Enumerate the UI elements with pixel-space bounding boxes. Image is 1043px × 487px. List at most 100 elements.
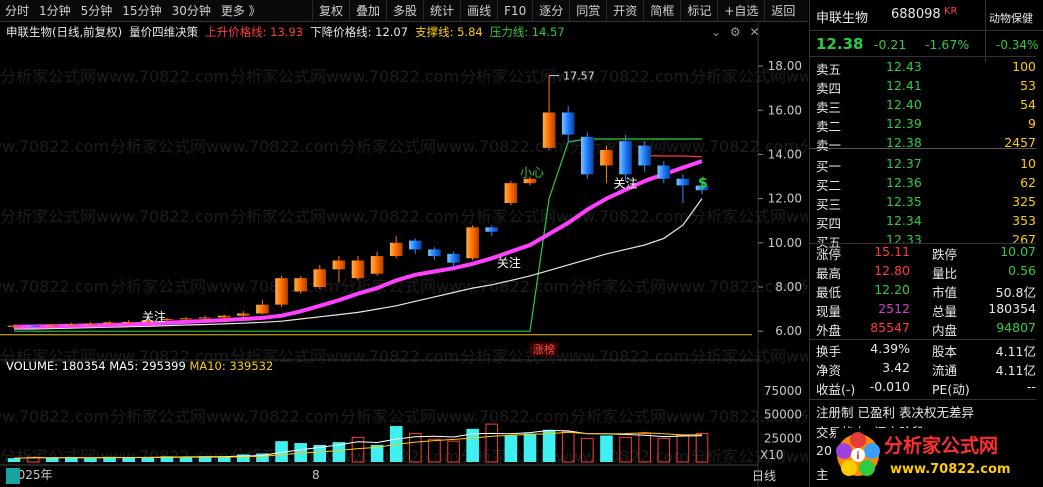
level-volume: 100 [1012, 59, 1036, 74]
period-tab-30min[interactable]: 30分钟 [167, 0, 216, 22]
period-tab-more[interactable]: 更多 》 [216, 0, 266, 22]
stat-row: 最低 12.20 市值 50.8亿 [810, 281, 1036, 300]
svg-text:i: i [856, 451, 859, 462]
back-button[interactable]: 返回 [764, 0, 801, 22]
price-axis: 18.00 16.00 14.00 12.00 10.00 8.00 6.00 [758, 59, 802, 338]
stat-label: 涨停 [816, 247, 842, 262]
ask-row[interactable]: 卖一 12.38 2457 [810, 134, 1036, 153]
bid-row[interactable]: 买三 12.35 325 [810, 193, 1036, 212]
level-label: 卖三 [816, 100, 842, 115]
attention-label: 关注 [142, 309, 166, 324]
candle [638, 141, 651, 173]
period-tab-5min[interactable]: 5分钟 [76, 0, 118, 22]
candle [256, 300, 269, 315]
bid-row[interactable]: 买四 12.34 353 [810, 212, 1036, 231]
watermark-text: 分析家公式网www.70822.com [0, 407, 109, 426]
stat-value: 180354 [988, 301, 1036, 316]
simple-frame-button[interactable]: 简框 [643, 0, 680, 22]
candle [447, 251, 460, 268]
tab-daily[interactable]: 日线 [752, 467, 776, 484]
stat-value: 10.07 [1000, 244, 1036, 259]
watermark: 分析家公式网www.70822.com 分析家公式网www.70822.com 分析… [0, 67, 808, 466]
draw-line-button[interactable]: 画线 [460, 0, 497, 22]
stat-label: 净资 [816, 363, 842, 378]
ask-row[interactable]: 卖二 12.39 9 [810, 115, 1036, 134]
watermark-text: 分析家公式网www.70822.com [0, 277, 109, 296]
same-view-button[interactable]: 同赏 [569, 0, 606, 22]
level-price: 12.43 [886, 59, 922, 74]
candle [657, 161, 671, 184]
volume-header: VOLUME: 180354 MA5: 295399 MA10: 339532 [6, 359, 273, 373]
sector-box[interactable]: 动物保健 -0.34% [985, 0, 1043, 62]
volume-bar [504, 435, 518, 462]
level-price: 12.41 [886, 78, 922, 93]
candle [409, 238, 422, 254]
up-price-label: 上升价格线: 13.93 [205, 25, 304, 39]
level-volume: 62 [1020, 175, 1036, 190]
support-label: 支撑线: 5.84 [415, 25, 483, 39]
stat-value: 4.11亿 [995, 344, 1036, 359]
candle [237, 311, 250, 317]
adjust-button[interactable]: 复权 [312, 0, 349, 22]
candle [294, 275, 307, 294]
watermark-text: 分析家公式网www.70822.com [110, 137, 339, 156]
period-tab-intraday[interactable]: 分时 [0, 0, 34, 22]
chevron-down-icon[interactable]: ⌄ [711, 25, 721, 39]
volume-bar [45, 457, 59, 462]
watermark-text: 分析家公式网www.70822.com [0, 207, 229, 226]
overlay-button[interactable]: 叠加 [349, 0, 386, 22]
chart-header: 申联生物 (日线,前复权) 量价四维决策 上升价格线: 13.93 下降价格线:… [0, 22, 760, 42]
level-volume: 325 [1012, 194, 1036, 209]
period-tab-15min[interactable]: 15分钟 [117, 0, 166, 22]
stat-value: 12.80 [874, 263, 910, 278]
kline-chart[interactable]: 分析家公式网www.70822.com 分析家公式网www.70822.com 分析… [0, 22, 808, 487]
candle [676, 174, 690, 204]
ask-row[interactable]: 卖五 12.43 100 [810, 58, 1036, 77]
chart-nav-icons: ⌄ ⚙ ✕ [711, 25, 760, 39]
quote-stock-name: 申联生物 [816, 11, 869, 26]
y-tick-label: 14.00 [768, 147, 802, 161]
ask-row[interactable]: 卖四 12.41 53 [810, 77, 1036, 96]
period-tab-1min[interactable]: 1分钟 [34, 0, 76, 22]
f10-button[interactable]: F10 [497, 0, 532, 22]
stat-value: -0.010 [869, 379, 910, 394]
volume-bar [122, 457, 135, 462]
stat-label: 总量 [932, 304, 958, 319]
level-label: 卖四 [816, 81, 842, 96]
scroll-indicator[interactable] [6, 468, 20, 484]
logo-url: www.70822.com [890, 462, 1011, 477]
settings-icon[interactable]: ⚙ [730, 25, 741, 39]
stat-value: 2512 [878, 301, 910, 316]
volume-bar [84, 458, 97, 462]
bid-row[interactable]: 买二 12.36 62 [810, 174, 1036, 193]
level-price: 12.39 [886, 116, 922, 131]
stat-value: 4.11亿 [995, 363, 1036, 378]
quote-title: 申联生物 688098 KR 动物保健 -0.34% [810, 0, 1043, 62]
stat-label: 换手 [816, 344, 842, 359]
mark-button[interactable]: 标记 [680, 0, 717, 22]
ask-row[interactable]: 卖三 12.40 54 [810, 96, 1036, 115]
stats-button[interactable]: 统计 [423, 0, 460, 22]
stat-label: PE(动) [932, 382, 970, 397]
stat-label: 量比 [932, 266, 958, 281]
tool-buttons: 复权 叠加 多股 统计 画线 F10 逐分 同赏 开资 简框 标记 +自选 返回 [312, 0, 801, 22]
level-label: 卖二 [816, 119, 842, 134]
level-volume: 353 [1012, 213, 1036, 228]
open-button[interactable]: 开资 [606, 0, 643, 22]
level-price: 12.36 [886, 175, 922, 190]
volume-bar [7, 458, 21, 462]
bid-row[interactable]: 买一 12.37 10 [810, 155, 1036, 174]
stat-row: 收益(-) -0.010 PE(动) -- [810, 378, 1036, 397]
volume-tick-label: 25000 [764, 431, 802, 445]
close-icon[interactable]: ✕ [749, 25, 759, 39]
stat-value: 94807 [996, 320, 1036, 335]
stat-label: 最低 [816, 285, 842, 300]
signal-icon: $ [698, 176, 708, 192]
info-line-1: 20 [816, 443, 832, 458]
level-volume: 54 [1020, 97, 1036, 112]
add-watchlist-button[interactable]: +自选 [717, 0, 764, 22]
indicator-name[interactable]: 量价四维决策 [129, 24, 198, 40]
by-minute-button[interactable]: 逐分 [532, 0, 569, 22]
multi-stock-button[interactable]: 多股 [386, 0, 423, 22]
watermark-text: 分析家公式网www.70822.com [110, 407, 339, 426]
